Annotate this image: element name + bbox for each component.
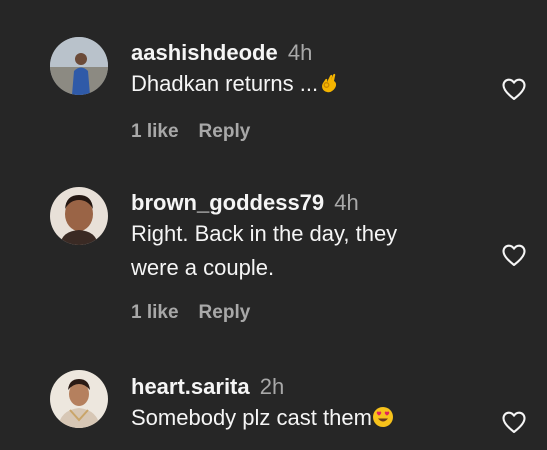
avatar-image — [50, 37, 108, 95]
comment-timestamp[interactable]: 2h — [260, 374, 284, 399]
reply-button[interactable]: Reply — [199, 121, 251, 142]
comment-item: heart.sarita 2h Somebody plz cast them — [0, 340, 547, 450]
comment-actions: 1 like Reply — [131, 302, 250, 324]
comment-timestamp[interactable]: 4h — [288, 40, 312, 65]
heart-outline-icon[interactable] — [500, 75, 528, 103]
heart-eyes-emoji — [372, 406, 394, 428]
heart-outline-icon[interactable] — [500, 241, 528, 269]
avatar-image — [50, 187, 108, 245]
comment-username[interactable]: aashishdeode — [131, 40, 278, 65]
comment-text-line: were a couple. — [131, 255, 275, 280]
likes-count[interactable]: 1 like — [131, 121, 179, 142]
comment-item: brown_goddess79 4h Right. Back in the da… — [0, 160, 547, 340]
comment-username[interactable]: heart.sarita — [131, 374, 250, 399]
comment-timestamp[interactable]: 4h — [334, 190, 358, 215]
comment-text-body: Somebody plz cast them — [131, 405, 372, 430]
comment-actions: 1 like Reply — [131, 121, 250, 143]
avatar[interactable] — [50, 370, 108, 428]
comment-text: Right. Back in the day, they were a coup… — [131, 217, 467, 285]
heart-outline-icon[interactable] — [500, 408, 528, 436]
reply-button[interactable]: Reply — [199, 302, 251, 323]
comment-item: aashishdeode 4h Dhadkan returns ... 1 li… — [0, 0, 547, 160]
avatar-image — [50, 370, 108, 428]
comment-text-line: Right. Back in the day, they — [131, 221, 398, 246]
comment-text-body: Dhadkan returns ... — [131, 71, 319, 96]
avatar[interactable] — [50, 37, 108, 95]
comment-text: Dhadkan returns ... — [131, 67, 467, 101]
avatar[interactable] — [50, 187, 108, 245]
ok-hand-emoji — [318, 72, 340, 94]
comment-username[interactable]: brown_goddess79 — [131, 190, 324, 215]
comment-text: Somebody plz cast them — [131, 401, 467, 435]
likes-count[interactable]: 1 like — [131, 302, 179, 323]
